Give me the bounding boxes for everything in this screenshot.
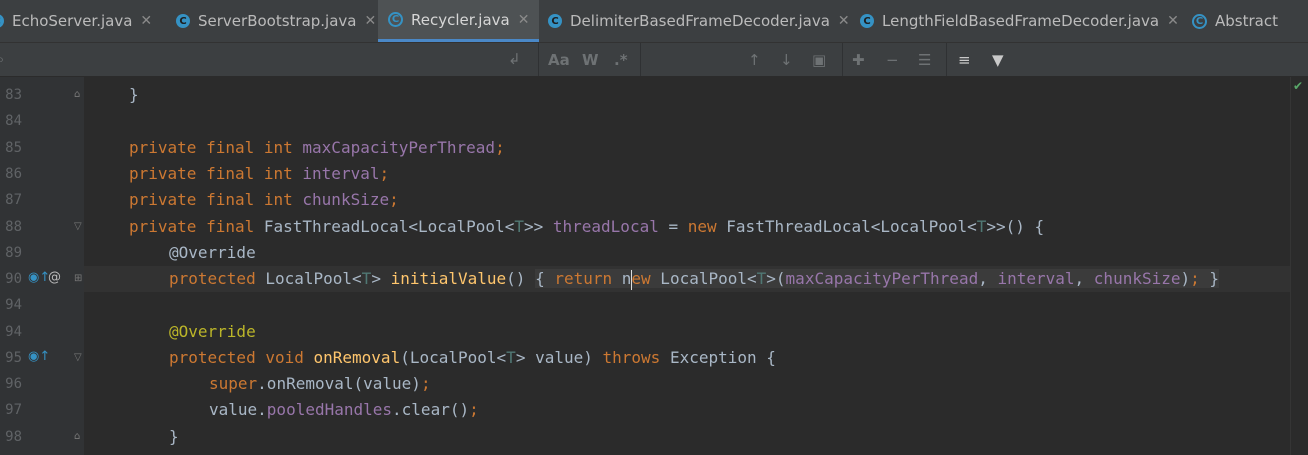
code-text: value.pooledHandles.clear(); (209, 400, 479, 419)
regex-toggle[interactable]: .* (614, 51, 628, 69)
line-number: 83 (5, 87, 22, 103)
line-number: 84 (5, 113, 22, 129)
abstract-class-icon: C (1192, 13, 1207, 29)
code-line: 94 @Override (0, 319, 1308, 345)
code-text: private final int chunkSize; (129, 190, 399, 209)
line-number: 94 (5, 324, 22, 340)
fold-start-icon[interactable]: ▽ (74, 221, 84, 233)
abstract-class-icon: C (388, 12, 403, 27)
code-line: 87 private final int chunkSize; (0, 187, 1308, 213)
code-text: super.onRemoval(value); (209, 374, 431, 393)
line-number: 94 (5, 297, 22, 313)
fold-end-icon[interactable]: ⌂ (74, 431, 84, 443)
line-number: 89 (5, 245, 22, 261)
close-icon[interactable]: ✕ (365, 13, 377, 29)
line-number: 98 (5, 429, 22, 445)
filter-icon[interactable]: ▼ (992, 51, 1004, 69)
tab-recycler[interactable]: C Recycler.java ✕ (378, 0, 540, 42)
close-icon[interactable]: ✕ (518, 12, 530, 28)
code-text: } (129, 85, 139, 104)
divider (538, 43, 539, 76)
remove-selection-icon[interactable]: − (886, 51, 899, 69)
code-line: 84 (0, 108, 1308, 134)
code-line: 95 ◉↑ ▽ protected void onRemoval(LocalPo… (0, 345, 1308, 371)
class-c-icon: C (860, 14, 874, 28)
tab-abstract[interactable]: C Abstract (1192, 0, 1278, 42)
tab-lengthfieldbasedframedecoder[interactable]: C LengthFieldBasedFrameDecoder.java ✕ (860, 0, 1179, 42)
close-icon[interactable]: ✕ (1167, 13, 1179, 29)
code-text: protected void onRemoval(LocalPool<T> va… (169, 348, 776, 367)
code-line-current: 90 ◉↑ @ ⊞ protected LocalPool<T> initial… (0, 266, 1308, 292)
code-line: 94 (0, 292, 1308, 318)
tab-label: DelimiterBasedFrameDecoder.java (570, 12, 830, 30)
code-text: protected LocalPool<T> initialValue() { … (169, 269, 1220, 290)
tab-echoserver[interactable]: C EchoServer.java ✕ (0, 0, 152, 42)
close-icon[interactable]: ✕ (140, 13, 152, 29)
class-c-icon: C (548, 14, 562, 28)
class-c-icon: C (0, 14, 4, 28)
tab-label: Abstract (1215, 12, 1278, 30)
tab-label: ServerBootstrap.java (198, 12, 357, 30)
line-number: 95 (5, 350, 22, 366)
code-line: 85 private final int maxCapacityPerThrea… (0, 135, 1308, 161)
words-toggle[interactable]: W (582, 51, 599, 69)
code-text: @Override (169, 322, 256, 341)
divider (842, 43, 843, 76)
prev-occurrence-icon[interactable]: ↑ (748, 51, 761, 69)
code-text: private final int interval; (129, 164, 390, 183)
annotation-icon[interactable]: @ (48, 270, 61, 285)
code-line: 88 ▽ private final FastThreadLocal<Local… (0, 214, 1308, 240)
select-all-occurrences-icon[interactable]: ☰ (918, 51, 931, 69)
search-icon[interactable]: ⌕ (0, 50, 4, 68)
editor-tab-bar: C EchoServer.java ✕ C ServerBootstrap.ja… (0, 0, 1308, 43)
select-all-icon[interactable]: ▣ (812, 51, 826, 69)
line-number: 97 (5, 402, 22, 418)
line-number: 86 (5, 166, 22, 182)
code-line: 86 private final int interval; (0, 161, 1308, 187)
line-number: 85 (5, 140, 22, 156)
tab-serverbootstrap[interactable]: C ServerBootstrap.java ✕ (176, 0, 376, 42)
code-line: 96 super.onRemoval(value); (0, 371, 1308, 397)
match-case-toggle[interactable]: Aa (548, 51, 570, 69)
line-number: 96 (5, 376, 22, 392)
code-line: 83 ⌂ } (0, 82, 1308, 108)
code-line: 98 ⌂ } (0, 424, 1308, 450)
tab-label: LengthFieldBasedFrameDecoder.java (882, 12, 1160, 30)
tab-label: Recycler.java (411, 10, 510, 29)
code-text: private final int maxCapacityPerThread; (129, 138, 505, 157)
tab-label: EchoServer.java (12, 12, 133, 30)
new-line-icon[interactable]: ↲ (508, 50, 521, 68)
code-line: 89 @Override (0, 240, 1308, 266)
multiline-icon[interactable]: ≡ (958, 51, 971, 69)
fold-start-icon[interactable]: ▽ (74, 352, 84, 364)
line-number: 88 (5, 219, 22, 235)
overrides-method-icon[interactable]: ◉↑ (28, 349, 50, 364)
fold-expand-icon[interactable]: ⊞ (74, 273, 84, 285)
class-c-icon: C (176, 14, 190, 28)
overrides-method-icon[interactable]: ◉↑ (28, 270, 50, 285)
divider (640, 43, 641, 76)
code-text: @Override (169, 243, 256, 262)
find-bar: ⌕ ↲ Aa W .* ↑ ↓ ▣ ✚ − ☰ ≡ ▼ (0, 43, 1308, 77)
add-selection-icon[interactable]: ✚ (852, 51, 865, 69)
line-number: 87 (5, 192, 22, 208)
fold-end-icon[interactable]: ⌂ (74, 89, 84, 101)
line-number: 90 (5, 271, 22, 287)
code-text: private final FastThreadLocal<LocalPool<… (129, 217, 1045, 236)
divider (946, 43, 947, 76)
tab-delimiterbasedframedecoder[interactable]: C DelimiterBasedFrameDecoder.java ✕ (548, 0, 850, 42)
next-occurrence-icon[interactable]: ↓ (780, 51, 793, 69)
code-text: } (169, 427, 179, 446)
close-icon[interactable]: ✕ (838, 13, 850, 29)
code-line: 97 value.pooledHandles.clear(); (0, 397, 1308, 423)
